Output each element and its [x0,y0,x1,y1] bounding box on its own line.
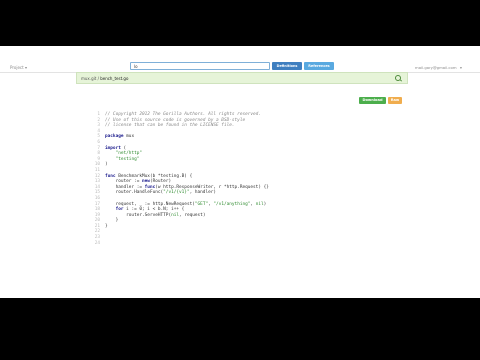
code-text: func BenchmarkMux(b *testing.B) { [105,173,193,179]
breadcrumb-path: mux.git / bench_test.go [81,76,128,81]
project-selector[interactable]: Project ▾ [10,65,27,70]
references-button[interactable]: References [304,62,334,70]
search-input-value: lo [134,64,138,69]
code-text: // license that can be found in the LICE… [105,123,235,129]
code-text: "net/http" [115,151,143,157]
code-text: router.HandleFunc("/v1/{v1}", handler) [105,190,217,196]
code-text: ) [105,162,108,168]
code-text: import ( [105,145,127,151]
chevron-down-icon[interactable]: ▾ [460,65,462,70]
line-number[interactable]: 24 [92,241,100,247]
code-text: router := new(Router) [105,179,172,185]
code-text: for i := 0; i < b.N; i++ { [115,207,185,213]
code-text: package mux [105,134,135,140]
code-text: router.ServeHTTP(nil, request) [105,212,206,218]
code-text: } [105,218,119,224]
browser-viewport: Project ▾ lo Definitions References mail… [0,46,480,298]
breadcrumb-repo[interactable]: mux.git [81,76,96,81]
code-view: 1// Copyright 2012 The Gorilla Authors. … [92,112,269,246]
download-button[interactable]: Download [359,97,386,104]
code-text: handler := func(w http.ResponseWriter, r… [105,184,269,190]
code-text: } [105,223,108,229]
code-text: // Copyright 2012 The Gorilla Authors. A… [105,112,261,117]
search-icon[interactable] [395,75,401,81]
code-text: request, _ := http.NewRequest("GET", "/v… [105,201,267,207]
breadcrumb-file: bench_test.go [100,76,129,81]
user-email[interactable]: mail.gary@gmail.com [415,65,457,70]
raw-button[interactable]: Raw [388,97,402,104]
code-text: "testing" [115,156,140,162]
code-line: 24 [92,241,269,247]
breadcrumb: mux.git / bench_test.go [76,72,408,84]
search-input[interactable]: lo [130,62,270,70]
code-text: // Use of this source code is governed b… [105,117,246,123]
top-navbar: Project ▾ lo Definitions References mail… [0,46,480,73]
definitions-button[interactable]: Definitions [272,62,302,70]
